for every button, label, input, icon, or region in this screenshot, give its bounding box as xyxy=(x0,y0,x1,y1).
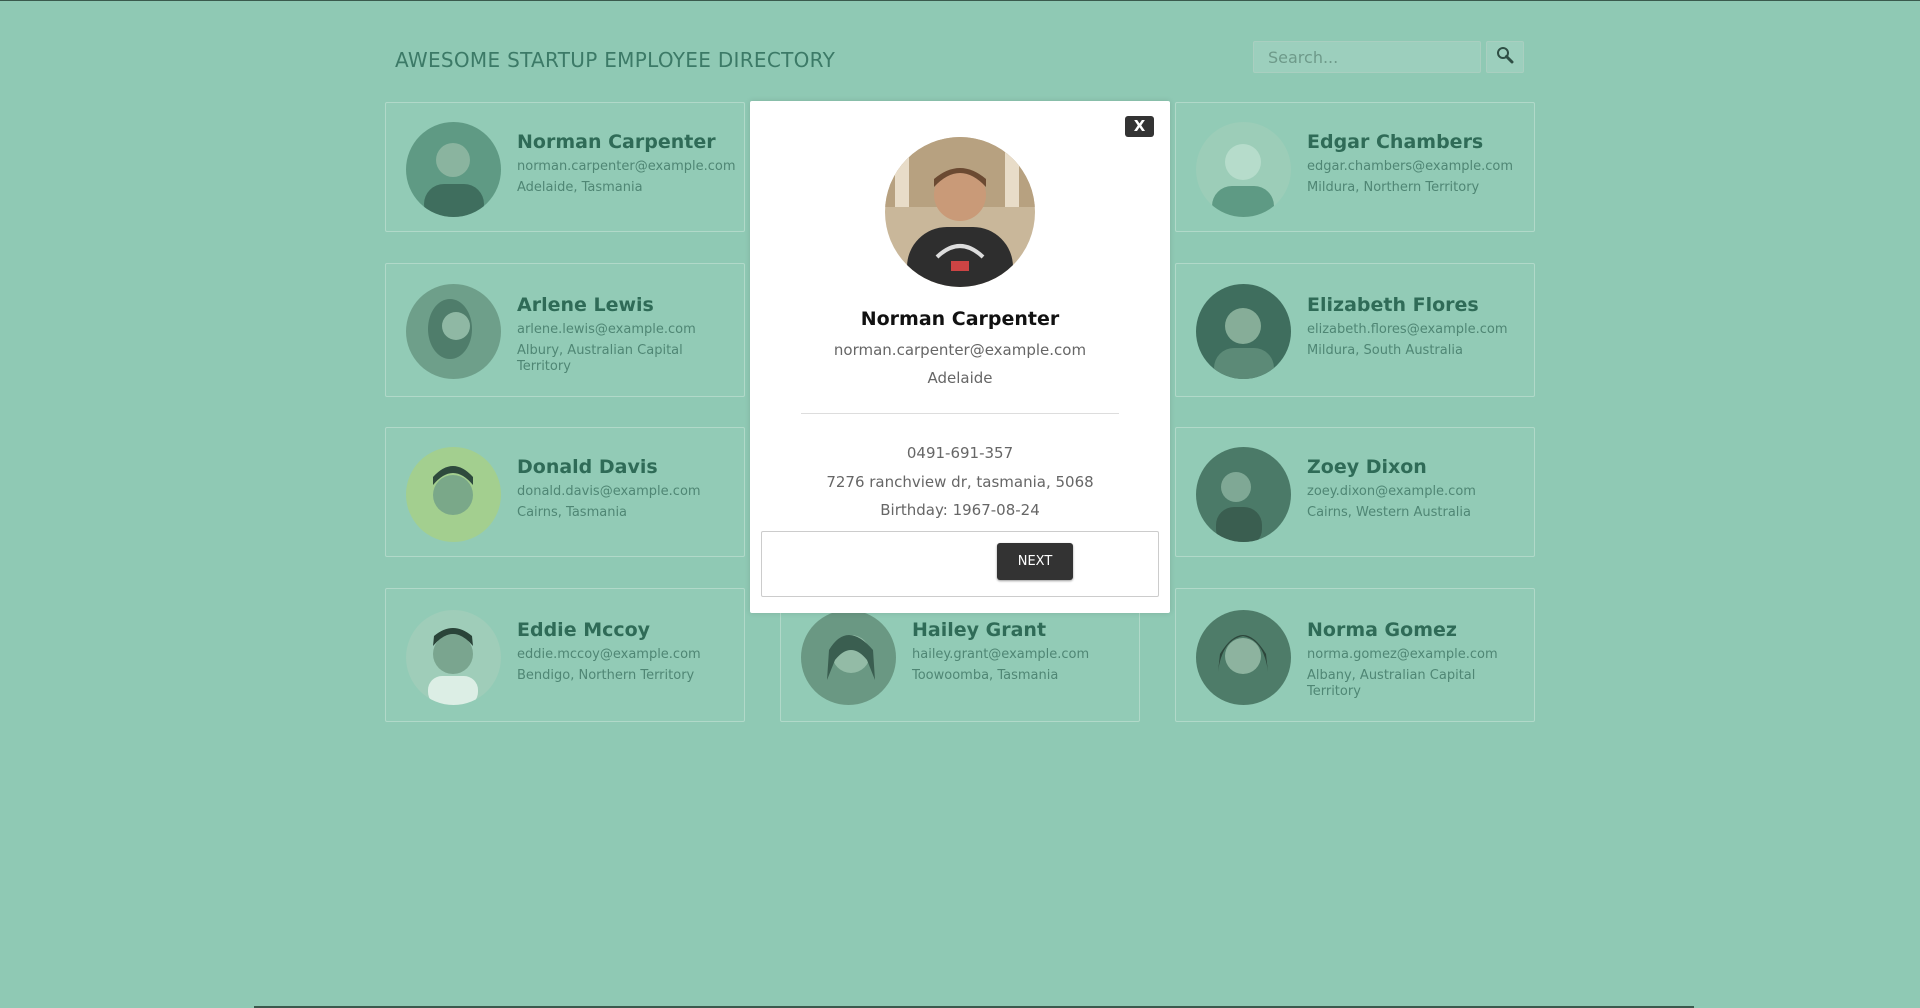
employee-location: Albury, Australian Capital Territory xyxy=(517,343,683,374)
employee-email: elizabeth.flores@example.com xyxy=(1307,322,1508,337)
employee-modal: X Norman Carpenter norman.carpenter@exam… xyxy=(750,101,1170,613)
page-title: AWESOME STARTUP EMPLOYEE DIRECTORY xyxy=(395,48,836,72)
avatar xyxy=(406,447,501,542)
employee-card[interactable]: Norman Carpenter norman.carpenter@exampl… xyxy=(385,102,745,232)
employee-name: Zoey Dixon xyxy=(1307,456,1427,478)
top-border xyxy=(0,0,1920,1)
employee-card[interactable]: Edgar Chambers edgar.chambers@example.co… xyxy=(1175,102,1535,232)
employee-card[interactable]: Elizabeth Flores elizabeth.flores@exampl… xyxy=(1175,263,1535,397)
modal-employee-phone: 0491-691-357 xyxy=(906,444,1014,462)
next-button[interactable]: NEXT xyxy=(997,543,1073,580)
avatar xyxy=(1196,610,1291,705)
employee-card[interactable]: Donald Davis donald.davis@example.com Ca… xyxy=(385,427,745,557)
close-button[interactable]: X xyxy=(1125,116,1154,137)
employee-email: edgar.chambers@example.com xyxy=(1307,159,1513,174)
avatar xyxy=(406,122,501,217)
avatar xyxy=(1196,284,1291,379)
employee-name: Hailey Grant xyxy=(912,619,1047,641)
employee-email: eddie.mccoy@example.com xyxy=(517,647,701,662)
employee-email: donald.davis@example.com xyxy=(517,484,701,499)
employee-email: norma.gomez@example.com xyxy=(1307,647,1498,662)
modal-employee-city: Adelaide xyxy=(927,369,993,387)
modal-employee-email: norman.carpenter@example.com xyxy=(833,341,1087,359)
employee-location: Adelaide, Tasmania xyxy=(517,180,643,195)
employee-name: Donald Davis xyxy=(517,456,658,478)
avatar xyxy=(801,610,896,705)
avatar xyxy=(406,284,501,379)
avatar xyxy=(1196,447,1291,542)
employee-name: Eddie Mccoy xyxy=(517,619,651,641)
employee-name: Arlene Lewis xyxy=(517,294,654,316)
search-icon xyxy=(1496,46,1514,68)
employee-name: Norman Carpenter xyxy=(517,131,716,153)
modal-avatar xyxy=(885,137,1035,287)
close-icon: X xyxy=(1133,117,1146,135)
employee-location: Cairns, Tasmania xyxy=(517,505,628,520)
employee-location: Mildura, South Australia xyxy=(1307,343,1463,358)
employee-location: Albany, Australian Capital Territory xyxy=(1307,668,1476,699)
divider xyxy=(801,413,1119,414)
employee-email: hailey.grant@example.com xyxy=(912,647,1090,662)
employee-name: Edgar Chambers xyxy=(1307,131,1484,153)
employee-card[interactable]: Norma Gomez norma.gomez@example.com Alba… xyxy=(1175,588,1535,722)
modal-employee-birthday: Birthday: 1967-08-24 xyxy=(880,501,1040,519)
avatar xyxy=(406,610,501,705)
employee-location: Toowoomba, Tasmania xyxy=(912,668,1059,683)
modal-footer: NEXT xyxy=(761,531,1159,597)
employee-email: zoey.dixon@example.com xyxy=(1307,484,1476,499)
employee-card[interactable]: Arlene Lewis arlene.lewis@example.com Al… xyxy=(385,263,745,397)
employee-email: arlene.lewis@example.com xyxy=(517,322,696,337)
modal-employee-address: 7276 ranchview dr, tasmania, 5068 xyxy=(826,473,1094,491)
avatar xyxy=(1196,122,1291,217)
modal-employee-name: Norman Carpenter xyxy=(860,308,1060,330)
employee-email: norman.carpenter@example.com xyxy=(517,159,736,174)
employee-name: Norma Gomez xyxy=(1307,619,1457,641)
search-button[interactable] xyxy=(1486,41,1524,73)
search-input[interactable] xyxy=(1253,41,1481,73)
employee-card[interactable]: Zoey Dixon zoey.dixon@example.com Cairns… xyxy=(1175,427,1535,557)
employee-location: Bendigo, Northern Territory xyxy=(517,668,695,683)
employee-card[interactable]: Eddie Mccoy eddie.mccoy@example.com Bend… xyxy=(385,588,745,722)
employee-name: Elizabeth Flores xyxy=(1307,294,1479,316)
employee-location: Cairns, Western Australia xyxy=(1307,505,1471,520)
employee-location: Mildura, Northern Territory xyxy=(1307,180,1480,195)
